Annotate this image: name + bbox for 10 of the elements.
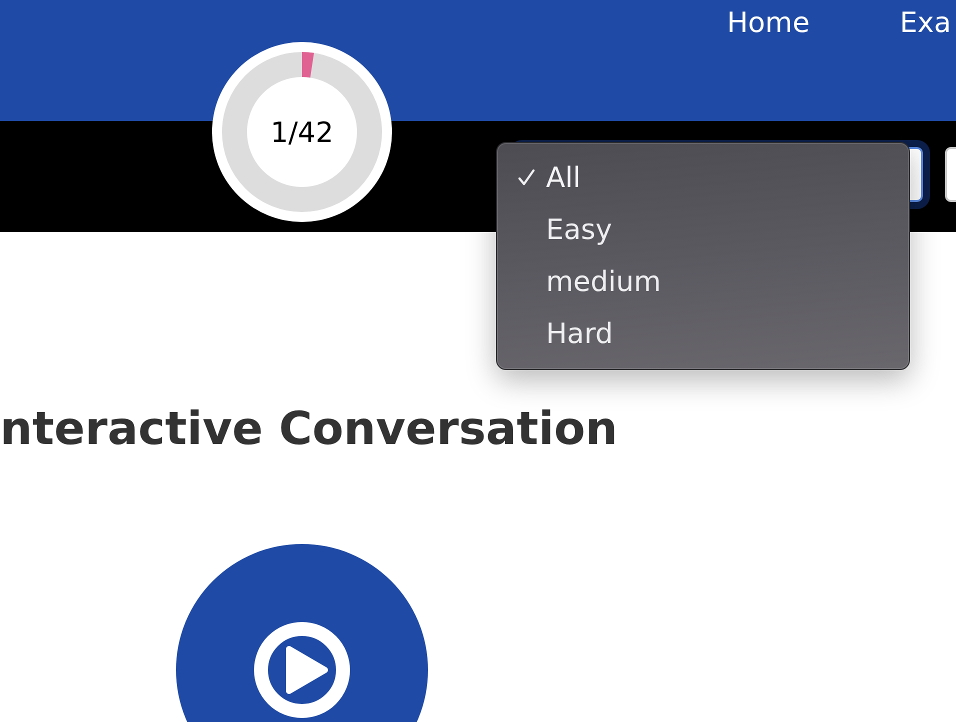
checkmark-icon: [518, 168, 534, 186]
nav-link[interactable]: Home: [727, 6, 810, 40]
menu-option[interactable]: All: [497, 151, 909, 203]
menu-option[interactable]: medium: [497, 255, 909, 307]
play-icon: [254, 622, 350, 718]
menu-option[interactable]: Easy: [497, 203, 909, 255]
menu-option[interactable]: Hard: [497, 307, 909, 359]
progress-count: 1/42: [270, 116, 334, 148]
page-heading: nteractive Conversation: [0, 402, 618, 457]
nav-link[interactable]: Exa: [900, 6, 952, 40]
